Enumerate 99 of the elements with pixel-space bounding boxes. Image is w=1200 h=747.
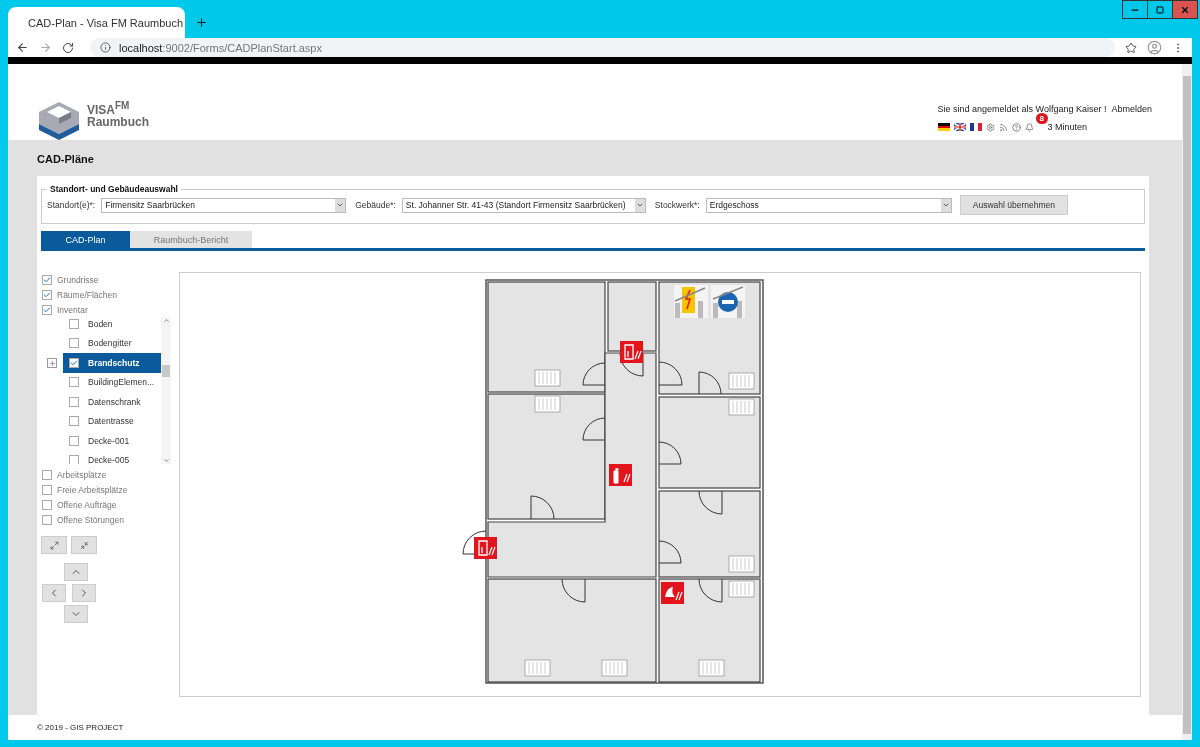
- radiator-icon: [728, 372, 755, 390]
- high-voltage-chart-icon: [674, 285, 708, 318]
- zoom-in-button[interactable]: [41, 536, 67, 554]
- checkbox-label: Offene Aufträge: [57, 499, 117, 510]
- field-label: Stockwerk*:: [654, 200, 700, 210]
- pan-right-button[interactable]: [72, 584, 96, 602]
- checkbox[interactable]: [42, 469, 52, 480]
- tree-item[interactable]: Datenschrank: [63, 392, 161, 412]
- caret-icon: [635, 201, 644, 209]
- checkbox[interactable]: [69, 357, 79, 368]
- british-flag-icon: [953, 123, 966, 131]
- dropdown[interactable]: St. Johanner Str. 41-43 (Standort Firmensitz Saarbrücken): [401, 197, 646, 213]
- page-title: CAD-Pläne: [37, 152, 95, 167]
- checkbox[interactable]: [42, 484, 52, 495]
- star-icon[interactable]: [1125, 41, 1137, 54]
- checkbox-label: Grundrisse: [57, 274, 99, 285]
- radiator-icon: [728, 580, 755, 598]
- expand-arrows-icon: [49, 540, 59, 550]
- tree-item[interactable]: Decke-005: [63, 450, 161, 464]
- checkbox[interactable]: [69, 455, 79, 464]
- checkbox[interactable]: [42, 499, 52, 510]
- checkbox-label: Inventar: [57, 304, 88, 315]
- radiator-icon: [524, 659, 551, 677]
- field-label: Standort(e)*:: [47, 200, 96, 210]
- pan-left-button[interactable]: [42, 584, 66, 602]
- tree-item[interactable]: BuildingElemen...: [63, 372, 161, 392]
- radiator-icon: [728, 398, 755, 416]
- checkbox[interactable]: [69, 338, 79, 349]
- caret-icon: [941, 201, 950, 209]
- radiator-icon: [534, 395, 561, 413]
- radiator-icon: [728, 555, 755, 573]
- tree-item[interactable]: Boden: [63, 317, 161, 334]
- radiator-icon: [698, 659, 725, 677]
- shrink-arrows-icon: [79, 540, 89, 550]
- rss-icon[interactable]: [998, 122, 1008, 132]
- forward-icon[interactable]: [39, 41, 52, 54]
- close-button[interactable]: [1172, 1, 1197, 18]
- dropdown[interactable]: Firmensitz Saarbrücken: [101, 197, 347, 213]
- checkbox[interactable]: [69, 396, 79, 407]
- field-label: Gebäude*:: [355, 200, 396, 210]
- scroll-up-icon[interactable]: [162, 317, 170, 324]
- reload-icon[interactable]: [62, 41, 74, 54]
- tab[interactable]: CAD-Plan: [41, 231, 130, 248]
- session-time: 3 Minuten: [1047, 122, 1088, 132]
- checkbox-label: Arbeitsplätze: [57, 469, 107, 480]
- expand-icon[interactable]: [47, 358, 57, 368]
- settings-icon[interactable]: [985, 122, 995, 132]
- new-tab-icon[interactable]: [195, 16, 208, 29]
- logo-brand: VISA$^{FM}$: [87, 100, 131, 116]
- checkbox[interactable]: [69, 377, 79, 388]
- tab-title: CAD-Plan - Visa FM Raumbuch: [28, 16, 184, 29]
- radiator-icon: [534, 369, 561, 387]
- checkbox[interactable]: [69, 416, 79, 427]
- browser-tab[interactable]: CAD-Plan - Visa FM Raumbuch: [8, 7, 185, 38]
- checkbox[interactable]: [69, 435, 79, 446]
- german-flag-icon: [937, 123, 950, 131]
- tree-item[interactable]: Bodengitter: [63, 333, 161, 353]
- checkbox[interactable]: [42, 304, 52, 315]
- tab[interactable]: Raumbuch-Bericht: [130, 231, 252, 248]
- caret-icon: [336, 201, 345, 209]
- logo-subtitle: Raumbuch: [87, 116, 149, 128]
- apply-button[interactable]: Auswahl übernehmen: [959, 195, 1068, 215]
- profile-icon[interactable]: [1147, 40, 1162, 55]
- pan-down-button[interactable]: [64, 605, 88, 623]
- notification-badge: 8: [1035, 113, 1048, 124]
- tree-item[interactable]: Datentrasse: [63, 411, 161, 431]
- fire-alarm-sign-icon: [661, 582, 684, 604]
- checkbox[interactable]: [42, 514, 52, 525]
- checkbox[interactable]: [69, 318, 79, 329]
- logout-link[interactable]: Abmelden: [1111, 104, 1152, 114]
- scroll-thumb[interactable]: [1183, 76, 1191, 734]
- maximize-icon: [1156, 5, 1164, 14]
- tree-item[interactable]: Brandschutz: [63, 353, 161, 373]
- close-icon: [1180, 4, 1190, 15]
- pan-up-button[interactable]: [64, 563, 88, 581]
- zoom-out-button[interactable]: [71, 536, 97, 554]
- help-icon[interactable]: [1011, 122, 1021, 132]
- checkbox-label: Räume/Flächen: [57, 289, 117, 300]
- fire-extinguisher-sign-icon: [609, 464, 632, 486]
- meter-chart-icon: [711, 285, 745, 318]
- emergency-exit-sign-icon: [620, 341, 643, 363]
- scroll-thumb[interactable]: [162, 364, 170, 377]
- address-field[interactable]: localhost:9002/Forms/CADPlanStart.aspx: [90, 38, 1115, 57]
- scroll-down-icon[interactable]: [162, 457, 170, 464]
- info-icon: [100, 42, 111, 53]
- checkbox-label: Freie Arbeitsplätze: [57, 484, 128, 495]
- dropdown[interactable]: Erdgeschoss: [705, 197, 952, 213]
- url-text: localhost:9002/Forms/CADPlanStart.aspx: [119, 41, 322, 54]
- french-flag-icon: [969, 123, 982, 131]
- checkbox[interactable]: [42, 274, 52, 285]
- emergency-exit-sign-icon: [474, 537, 497, 559]
- back-icon[interactable]: [16, 41, 29, 54]
- checkbox[interactable]: [42, 289, 52, 300]
- login-info: Sie sind angemeldet als Wolfgang Kaiser !: [937, 104, 1107, 114]
- bell-icon[interactable]: [1024, 122, 1034, 132]
- checkbox-label: Offene Störungen: [57, 514, 124, 525]
- group-legend: Standort- und Gebäudeauswahl: [47, 184, 181, 194]
- radiator-icon: [601, 659, 628, 677]
- tree-item[interactable]: Decke-001: [63, 431, 161, 451]
